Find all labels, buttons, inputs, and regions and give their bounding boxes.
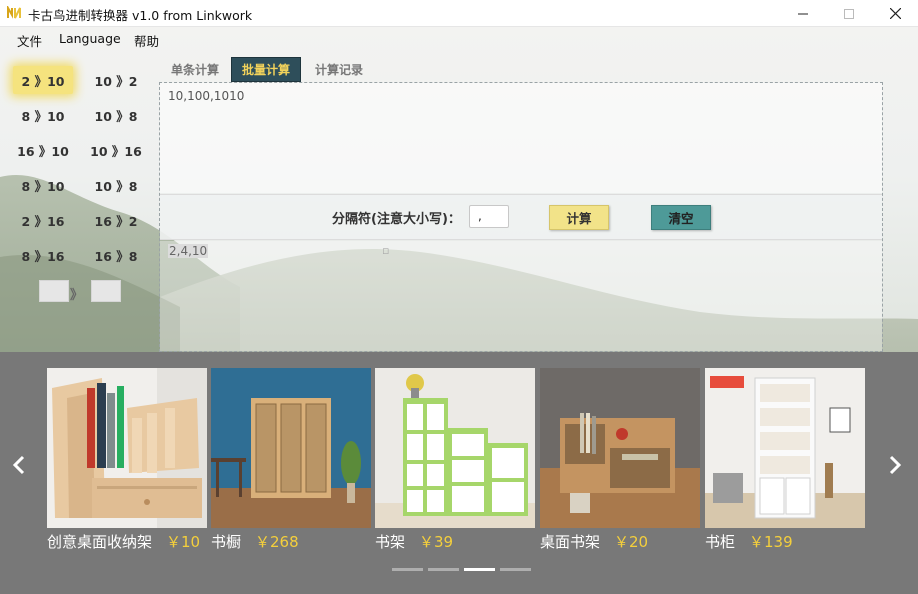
custom-to-base-input[interactable] [91,280,121,302]
ad-name-1: 创意桌面收纳架 [47,533,153,551]
convert-8-to-10-button[interactable]: 8 》10 [13,101,73,129]
window-title: 卡古鸟进制转换器 v1.0 from Linkwork [28,8,253,23]
ad-item-3[interactable]: 书架 ￥39 [375,368,535,551]
carousel-prev-button[interactable] [12,455,26,481]
convert-8-to-10-button-2[interactable]: 8 》10 [13,171,73,199]
green-shelf-image [375,368,535,528]
app-logo-icon [7,6,21,19]
minimize-icon [798,13,808,14]
ad-item-1[interactable]: 创意桌面收纳架 ￥10 [47,368,207,551]
convert-16-to-8-button[interactable]: 16 》8 [86,241,146,269]
menu-language[interactable]: Language [59,31,121,46]
separator-row: 分隔符(注意大小写)： , 计算 清空 [160,194,882,240]
carousel-dot-1[interactable] [392,568,423,571]
batch-input-textarea[interactable]: 10,100,1010 [160,83,882,193]
close-icon [889,8,901,19]
ad-name-5: 书柜 [705,533,736,551]
convert-10-to-8-button[interactable]: 10 》8 [86,101,146,129]
tab-batch-calc[interactable]: 批量计算 [231,57,302,82]
convert-16-to-10-button[interactable]: 16 》10 [13,136,73,164]
ad-item-2[interactable]: 书橱 ￥268 [211,368,371,551]
custom-from-base-input[interactable] [39,280,69,302]
carousel-dot-2[interactable] [428,568,459,571]
menu-bar: 文件 Language 帮助 [0,27,918,51]
bookcabinet-image [705,368,865,528]
convert-2-to-16-button[interactable]: 2 》16 [13,206,73,234]
ad-caption-5: 书柜 ￥139 [705,531,793,552]
batch-output-textarea[interactable]: 2,4,10 ▫ [160,241,882,351]
ad-price-5: ￥139 [749,533,793,551]
convert-10-to-2-button[interactable]: 10 》2 [86,66,146,94]
ad-price-3: ￥39 [419,533,454,551]
maximize-icon [844,8,854,19]
carousel-next-button[interactable] [888,455,902,481]
ad-item-4[interactable]: 桌面书架 ￥20 [540,368,700,551]
clear-button[interactable]: 清空 [651,205,711,230]
title-bar: 卡古鸟进制转换器 v1.0 from Linkwork [0,0,918,27]
output-marker-icon: ▫ [382,244,390,257]
tab-single-calc[interactable]: 单条计算 [161,57,229,82]
menu-help[interactable]: 帮助 [134,31,159,50]
ad-item-5[interactable]: 书柜 ￥139 [705,368,865,551]
ad-caption-4: 桌面书架 ￥20 [540,531,648,552]
convert-2-to-10-button[interactable]: 2 》10 [13,66,73,94]
ad-price-1: ￥10 [166,533,201,551]
ad-price-2: ￥268 [255,533,299,551]
convert-10-to-16-button[interactable]: 10 》16 [86,136,146,164]
ad-caption-3: 书架 ￥39 [375,531,453,552]
desk-bookshelf-image [540,368,700,528]
custom-arrow-label: 》 [70,288,84,303]
ad-name-4: 桌面书架 [540,533,601,551]
minimize-button[interactable] [780,0,826,27]
chevron-left-icon [12,455,25,475]
calculate-button[interactable]: 计算 [549,205,609,230]
ad-carousel: 创意桌面收纳架 ￥10 书橱 ￥268 书架 ￥39 桌面书架 ￥20 书柜 ￥… [0,352,918,594]
close-button[interactable] [872,0,918,27]
menu-file[interactable]: 文件 [17,31,42,50]
convert-8-to-16-button[interactable]: 8 》16 [13,241,73,269]
ad-caption-2: 书橱 ￥268 [211,531,299,552]
batch-output-text: 2,4,10 [168,244,209,258]
bookcase-image [211,368,371,528]
ad-name-3: 书架 [375,533,406,551]
batch-input-text: 10,100,1010 [168,89,245,103]
maximize-button[interactable] [826,0,872,27]
desk-organizer-image [47,368,207,528]
ad-caption-1: 创意桌面收纳架 ￥10 [47,531,200,552]
separator-label: 分隔符(注意大小写)： [332,212,461,227]
ad-name-2: 书橱 [211,533,242,551]
carousel-dot-4[interactable] [500,568,531,571]
carousel-dot-3[interactable] [464,568,495,571]
convert-16-to-2-button[interactable]: 16 》2 [86,206,146,234]
chevron-right-icon [889,455,902,475]
separator-input[interactable]: , [469,205,509,228]
tab-calc-history[interactable]: 计算记录 [305,57,373,82]
convert-10-to-8-button-2[interactable]: 10 》8 [86,171,146,199]
ad-price-4: ￥20 [614,533,649,551]
